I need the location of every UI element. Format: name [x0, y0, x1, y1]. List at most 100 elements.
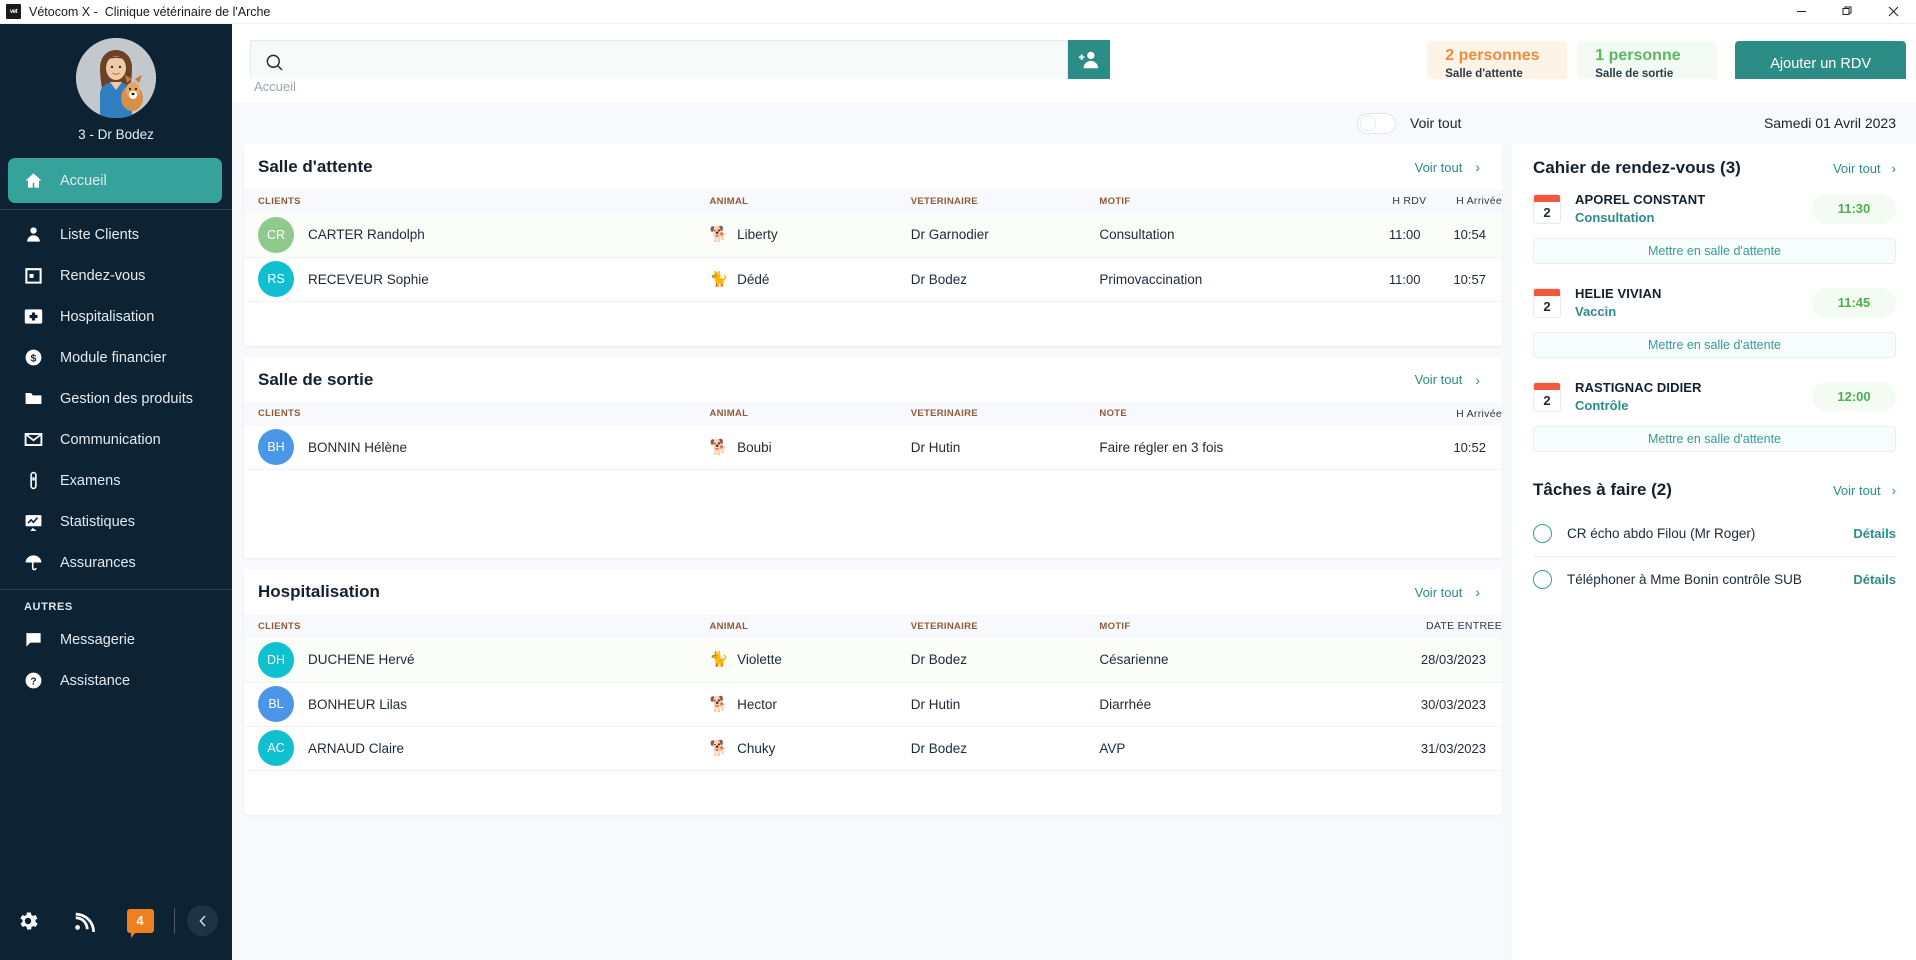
sidebar-item-hospitalisation[interactable]: Hospitalisation — [0, 296, 232, 337]
appointments-header: Cahier de rendez-vous (3) Voir tout › — [1533, 158, 1896, 178]
voir-tout-label: Voir tout — [1414, 584, 1463, 600]
avatar: BL — [258, 686, 294, 722]
sidebar-item-communication[interactable]: Communication — [0, 419, 232, 460]
gear-icon[interactable] — [0, 909, 56, 933]
table-header-row: CLIENTS ANIMAL VETERINAIRE MOTIF H RDV H… — [244, 189, 1502, 213]
voir-tout-toggle[interactable] — [1357, 112, 1396, 134]
appointments-voir-tout[interactable]: Voir tout › — [1833, 161, 1896, 176]
voir-tout-link[interactable]: Voir tout › — [1415, 372, 1480, 388]
umbrella-icon — [24, 553, 43, 572]
notifications-chat-badge[interactable]: 4 — [112, 908, 168, 938]
table-salle-sortie: CLIENTS ANIMAL VETERINAIRE NOTE H Arrivé… — [244, 401, 1502, 470]
cat-icon: 🐈 — [709, 270, 729, 288]
table-row[interactable]: DH DUCHENE Hervé 🐈 Violette Dr Bodez Cés… — [244, 638, 1502, 683]
tasks-voir-tout[interactable]: Voir tout › — [1833, 483, 1896, 498]
search-input[interactable] — [294, 54, 1067, 70]
left-column: Salle d'attente Voir tout › CLIENTS ANIM… — [232, 144, 1510, 960]
task-item[interactable]: CR écho abdo Filou (Mr Roger) Détails — [1533, 510, 1896, 556]
th-veterinaire: VETERINAIRE — [910, 189, 1100, 213]
user-avatar-photo[interactable] — [76, 38, 156, 118]
rss-icon[interactable] — [56, 910, 112, 932]
footer-divider — [174, 907, 175, 934]
sidebar-item-accueil[interactable]: Accueil — [8, 158, 222, 203]
h-arrivee: 10:57 — [1426, 257, 1502, 302]
h-rdv: 11:00 — [1351, 213, 1427, 258]
sidebar-collapse-button[interactable] — [187, 905, 218, 936]
animal-name: Hector — [737, 696, 777, 712]
breadcrumb[interactable]: Accueil — [232, 79, 1916, 102]
mettre-en-salle-attente-button[interactable]: Mettre en salle d'attente — [1533, 426, 1896, 452]
notification-count: 4 — [126, 908, 154, 938]
section-header: Hospitalisation Voir tout › — [244, 569, 1502, 614]
voir-tout-link[interactable]: Voir tout › — [1415, 584, 1480, 600]
th-date-entree: DATE ENTREE — [1351, 614, 1502, 638]
task-checkbox-icon[interactable] — [1533, 570, 1552, 589]
sidebar-divider — [0, 209, 232, 210]
mettre-en-salle-attente-button[interactable]: Mettre en salle d'attente — [1533, 332, 1896, 358]
sidebar-item-module-financier[interactable]: $ Module financier — [0, 337, 232, 378]
task-checkbox-icon[interactable] — [1533, 523, 1552, 543]
calendar-icon: 2 — [1533, 381, 1561, 412]
maximize-button[interactable] — [1824, 0, 1870, 23]
th-clients: CLIENTS — [244, 189, 710, 213]
minimize-button[interactable] — [1778, 0, 1824, 23]
client-name: BONHEUR Lilas — [308, 696, 408, 712]
test-tube-icon — [24, 471, 43, 490]
sidebar-item-examens[interactable]: Examens — [0, 460, 232, 501]
appointment-item[interactable]: 2 APOREL CONSTANT Consultation 11:30 — [1533, 192, 1896, 225]
appointments-title: Cahier de rendez-vous (3) — [1533, 158, 1741, 177]
mettre-en-salle-attente-button[interactable]: Mettre en salle d'attente — [1533, 238, 1896, 264]
th-motif: MOTIF — [1099, 614, 1352, 638]
appointment-item[interactable]: 2 RASTIGNAC DIDIER Contrôle 12:00 — [1533, 380, 1896, 413]
first-aid-icon — [24, 307, 43, 326]
table-row[interactable]: BH BONNIN Hélène 🐕 Boubi Dr Hutin Faire … — [244, 425, 1502, 470]
animal-name: Liberty — [737, 227, 778, 243]
sidebar-item-label: Statistiques — [60, 513, 135, 530]
window-titlebar: vet Vétocom X - Clinique vétérinaire de … — [0, 0, 1916, 24]
search-icon — [265, 53, 284, 72]
vet-name: Dr Bodez — [910, 638, 1100, 683]
sidebar-item-label: Assistance — [60, 672, 131, 689]
sidebar-item-rendez-vous[interactable]: Rendez-vous — [0, 255, 232, 296]
appointment-name: APOREL CONSTANT — [1575, 192, 1706, 207]
task-details-link[interactable]: Détails — [1853, 526, 1896, 541]
current-date: Samedi 01 Avril 2023 — [1763, 115, 1896, 131]
table-row[interactable]: AC ARNAUD Claire 🐕 Chuky Dr Bodez AVP 31… — [244, 726, 1502, 771]
animal-name: Dédé — [737, 271, 770, 287]
voir-tout-link[interactable]: Voir tout › — [1415, 159, 1480, 175]
table-empty-space — [244, 771, 1502, 815]
calendar-top-bar — [1534, 194, 1560, 202]
sidebar-item-assurances[interactable]: Assurances — [0, 542, 232, 583]
appointment-item[interactable]: 2 HELIE VIVIAN Vaccin 11:45 — [1533, 286, 1896, 319]
table-row[interactable]: BL BONHEUR Lilas 🐕 Hector Dr Hutin Diarr… — [244, 682, 1502, 727]
table-row[interactable]: RS RECEVEUR Sophie 🐈 Dédé Dr Bodez Primo… — [244, 257, 1502, 302]
table-row[interactable]: CR CARTER Randolph 🐕 Liberty Dr Garnodie… — [244, 213, 1502, 258]
sidebar-item-liste-clients[interactable]: Liste Clients — [0, 214, 232, 255]
add-person-button[interactable] — [1068, 40, 1110, 84]
calendar-day: 2 — [1543, 298, 1551, 314]
chevron-right-icon: › — [1891, 482, 1896, 498]
table-header-row: CLIENTS ANIMAL VETERINAIRE NOTE H Arrivé… — [244, 401, 1502, 426]
sidebar-item-statistiques[interactable]: Statistiques — [0, 501, 232, 542]
tasks-title: Tâches à faire (2) — [1533, 480, 1672, 499]
calendar-day: 2 — [1543, 204, 1551, 220]
appointment-info: HELIE VIVIAN Vaccin — [1575, 286, 1661, 319]
h-arrivee: 10:54 — [1426, 213, 1502, 258]
sidebar-profile: 3 - Dr Bodez — [0, 24, 232, 152]
task-item[interactable]: Téléphoner à Mme Bonin contrôle SUB Déta… — [1533, 556, 1896, 602]
appointment-motif: Contrôle — [1575, 398, 1629, 413]
content: Salle d'attente Voir tout › CLIENTS ANIM… — [232, 144, 1916, 960]
voir-tout-toggle-group: Voir tout — [1357, 112, 1461, 134]
dog-icon: 🐕 — [709, 438, 729, 456]
sidebar-item-assistance[interactable]: ? Assistance — [0, 660, 232, 701]
close-button[interactable] — [1870, 0, 1916, 23]
sidebar-item-gestion-des-produits[interactable]: Gestion des produits — [0, 378, 232, 419]
dog-icon: 🐕 — [709, 695, 729, 713]
sidebar: 3 - Dr Bodez Accueil Liste Clients Rende… — [0, 24, 232, 960]
sidebar-item-messagerie[interactable]: Messagerie — [0, 619, 232, 660]
task-details-link[interactable]: Détails — [1853, 572, 1896, 587]
app-root: 3 - Dr Bodez Accueil Liste Clients Rende… — [0, 24, 1916, 960]
voir-tout-label: Voir tout — [1414, 159, 1463, 175]
search-box[interactable] — [250, 40, 1068, 84]
motif: Diarrhée — [1099, 682, 1352, 727]
